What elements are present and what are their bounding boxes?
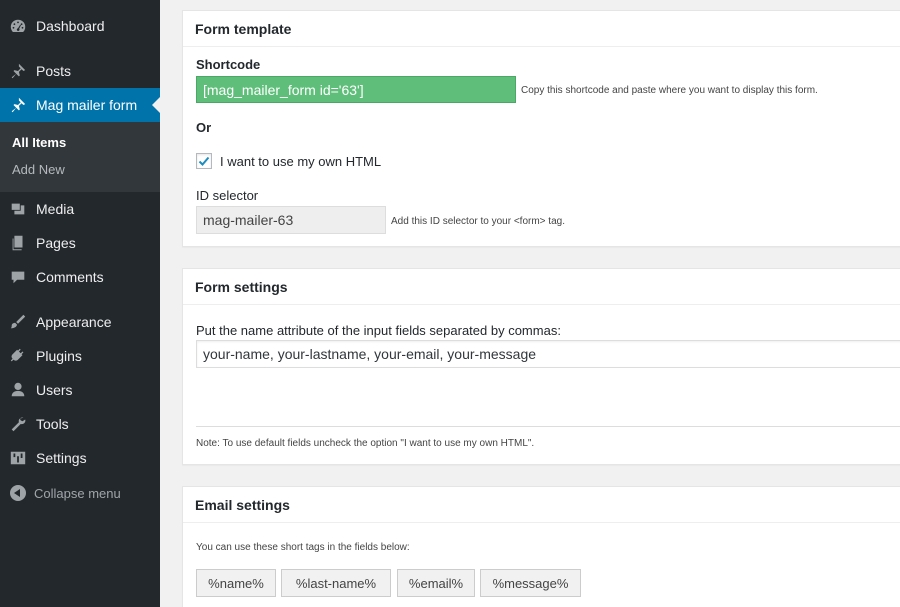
menu-label: Pages bbox=[36, 235, 76, 251]
menu-item-plugins[interactable]: Plugins bbox=[0, 339, 160, 373]
shortcode-field[interactable]: [mag_mailer_form id='63'] bbox=[196, 76, 516, 103]
email-settings-panel: Email settings You can use these short t… bbox=[182, 486, 900, 607]
menu-item-comments[interactable]: Comments bbox=[0, 260, 160, 294]
submenu-all-items[interactable]: All Items bbox=[12, 135, 66, 150]
id-selector-hint: Add this ID selector to your <form> tag. bbox=[391, 216, 565, 227]
tag-name[interactable]: %name% bbox=[196, 569, 276, 597]
tag-email[interactable]: %email% bbox=[397, 569, 475, 597]
menu-label: Media bbox=[36, 201, 75, 217]
collapse-label: Collapse menu bbox=[34, 485, 121, 501]
menu-item-users[interactable]: Users bbox=[0, 373, 160, 407]
menu-item-dashboard[interactable]: Dashboard bbox=[0, 9, 160, 43]
tag-last-name[interactable]: %last-name% bbox=[281, 569, 391, 597]
menu-item-posts[interactable]: Posts bbox=[0, 54, 160, 88]
tag-message[interactable]: %message% bbox=[480, 569, 581, 597]
menu-label: Settings bbox=[36, 450, 87, 466]
menu-item-appearance[interactable]: Appearance bbox=[0, 305, 160, 339]
divider bbox=[196, 426, 900, 427]
user-icon bbox=[8, 380, 28, 400]
checkmark-icon bbox=[198, 156, 210, 166]
menu-label: Posts bbox=[36, 63, 72, 79]
menu-label: Dashboard bbox=[36, 18, 105, 34]
brush-icon bbox=[8, 312, 28, 332]
menu-label: Users bbox=[36, 382, 73, 398]
fields-input[interactable]: your-name, your-lastname, your-email, yo… bbox=[196, 340, 900, 368]
collapse-menu-button[interactable]: Collapse menu bbox=[0, 480, 160, 506]
own-html-label: I want to use my own HTML bbox=[220, 153, 382, 169]
panel-title: Email settings bbox=[183, 487, 900, 523]
wrench-icon bbox=[8, 414, 28, 434]
plugin-icon bbox=[8, 346, 28, 366]
menu-item-mag-mailer-form[interactable]: Mag mailer form bbox=[0, 88, 160, 122]
pin-icon bbox=[8, 95, 28, 115]
or-label: Or bbox=[196, 120, 212, 135]
id-selector-field[interactable]: mag-mailer-63 bbox=[196, 206, 386, 234]
menu-label: Tools bbox=[36, 416, 69, 432]
id-selector-label: ID selector bbox=[196, 188, 259, 203]
own-html-option: I want to use my own HTML bbox=[196, 153, 381, 169]
menu-label: Comments bbox=[36, 269, 104, 285]
submenu: All Items Add New bbox=[0, 122, 160, 192]
form-template-panel: Form template Shortcode [mag_mailer_form… bbox=[182, 10, 900, 247]
media-icon bbox=[8, 199, 28, 219]
dashboard-icon bbox=[8, 16, 28, 36]
pages-icon bbox=[8, 233, 28, 253]
shortcode-hint: Copy this shortcode and paste where you … bbox=[521, 85, 818, 96]
collapse-arrow-icon bbox=[10, 485, 26, 501]
panel-title: Form settings bbox=[183, 269, 900, 305]
menu-item-pages[interactable]: Pages bbox=[0, 226, 160, 260]
menu-label: Appearance bbox=[36, 314, 112, 330]
settings-icon bbox=[8, 448, 28, 468]
form-settings-panel: Form settings Put the name attribute of … bbox=[182, 268, 900, 465]
tags-hint: You can use these short tags in the fiel… bbox=[196, 542, 410, 553]
fields-label: Put the name attribute of the input fiel… bbox=[196, 323, 561, 338]
menu-item-settings[interactable]: Settings bbox=[0, 441, 160, 475]
own-html-checkbox[interactable] bbox=[196, 153, 212, 169]
menu-item-tools[interactable]: Tools bbox=[0, 407, 160, 441]
comment-icon bbox=[8, 267, 28, 287]
menu-item-media[interactable]: Media bbox=[0, 192, 160, 226]
shortcode-label: Shortcode bbox=[196, 57, 261, 72]
fields-note: Note: To use default fields uncheck the … bbox=[196, 438, 535, 449]
admin-sidebar: Dashboard Posts Mag mailer form All Item… bbox=[0, 0, 160, 607]
panel-title: Form template bbox=[183, 11, 900, 47]
menu-label: Plugins bbox=[36, 348, 82, 364]
submenu-add-new[interactable]: Add New bbox=[12, 162, 65, 177]
menu-label: Mag mailer form bbox=[36, 97, 138, 113]
pin-icon bbox=[8, 61, 28, 81]
